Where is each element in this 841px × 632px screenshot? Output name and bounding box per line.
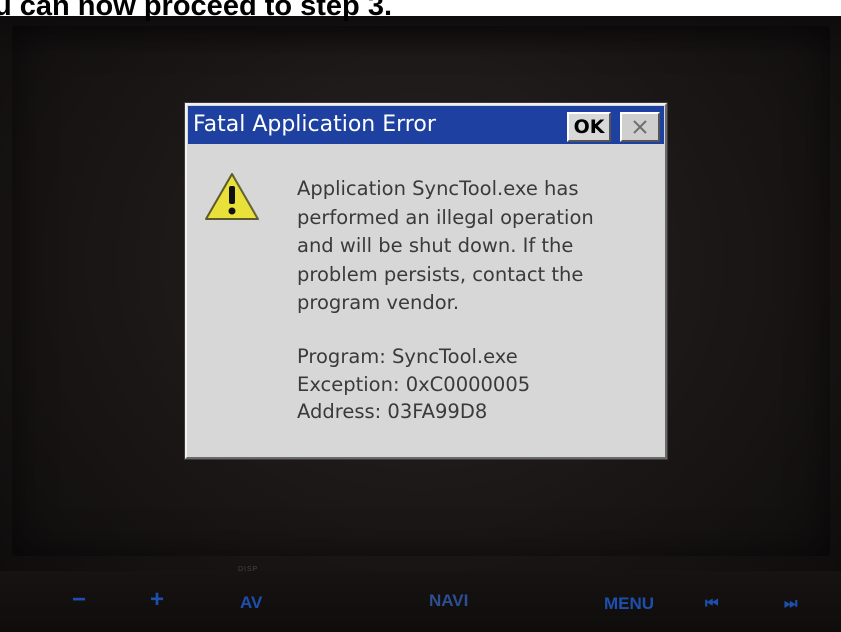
- exception-detail: Exception: 0xC0000005: [297, 372, 531, 396]
- close-icon: [633, 120, 647, 134]
- error-message: Application SyncTool.exe has performed a…: [297, 175, 657, 318]
- disp-label: DISP: [238, 566, 259, 573]
- ok-button[interactable]: OK: [567, 112, 611, 142]
- step-caption: u can now proceed to step 3.: [0, 0, 393, 22]
- next-track-icon[interactable]: ⏭: [784, 594, 798, 614]
- head-unit-device: Fatal Application Error OK Application S…: [0, 16, 841, 632]
- message-line: performed an illegal operation: [297, 205, 594, 229]
- message-line: problem persists, contact the: [297, 262, 584, 286]
- message-line: Application SyncTool.exe has: [297, 177, 579, 200]
- dialog-title: Fatal Application Error: [193, 112, 436, 137]
- previous-track-icon[interactable]: ⏮: [705, 594, 719, 614]
- menu-button[interactable]: MENU: [604, 594, 654, 614]
- message-line: program vendor.: [297, 291, 460, 314]
- address-detail: Address: 03FA99D8: [297, 400, 488, 423]
- warning-icon: [205, 173, 260, 221]
- program-detail: Program: SyncTool.exe: [297, 345, 518, 368]
- fatal-error-dialog: Fatal Application Error OK Application S…: [185, 103, 667, 459]
- volume-up-button[interactable]: +: [150, 588, 164, 612]
- close-button[interactable]: [620, 112, 660, 142]
- av-button[interactable]: AV: [240, 593, 262, 613]
- navi-button[interactable]: NAVI: [429, 591, 468, 611]
- volume-down-button[interactable]: −: [72, 588, 86, 612]
- dialog-titlebar: Fatal Application Error OK: [188, 106, 664, 144]
- error-details: Program: SyncTool.exe Exception: 0xC0000…: [297, 343, 530, 426]
- message-line: and will be shut down. If the: [297, 234, 574, 257]
- page: Fatal Application Error OK Application S…: [0, 0, 841, 632]
